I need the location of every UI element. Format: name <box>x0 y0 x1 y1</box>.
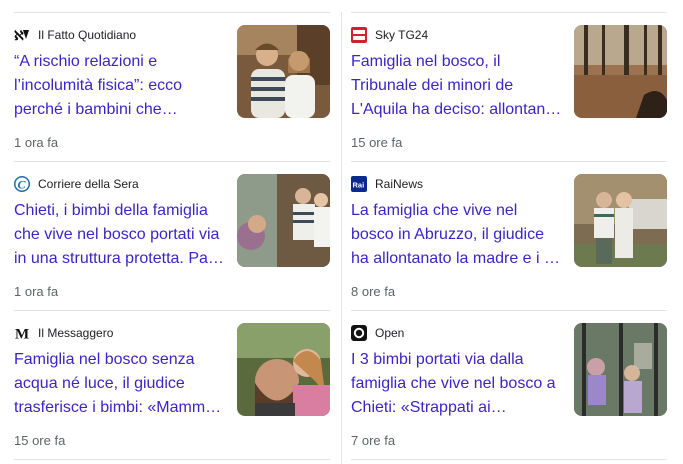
article-title-link[interactable]: La famiglia che vive nel bosco in Abruzz… <box>351 199 563 271</box>
row-divider <box>14 459 330 460</box>
source-name: Il Fatto Quotidiano <box>38 28 137 42</box>
news-source: M Il Messaggero <box>14 325 113 341</box>
article-time: 7 ore fa <box>351 433 396 448</box>
news-card[interactable]: Rai RaiNews La famiglia che vive nel bos… <box>351 162 667 299</box>
article-title-link[interactable]: Chieti, i bimbi della famiglia che vive … <box>14 199 226 271</box>
news-card[interactable]: ℵ Il Fatto Quotidiano “A rischio relazio… <box>14 13 330 150</box>
news-source: Sky TG24 <box>351 27 428 43</box>
news-card[interactable]: C Corriere della Sera Chieti, i bimbi de… <box>14 162 330 299</box>
family-photo-thumbnail[interactable] <box>237 174 330 267</box>
svg-text:ℵ: ℵ <box>14 28 24 43</box>
rai-logo-icon: Rai <box>351 176 367 192</box>
news-source: ℵ Il Fatto Quotidiano <box>14 27 136 43</box>
messaggero-logo-icon: M <box>14 325 30 342</box>
svg-text:C: C <box>18 178 27 192</box>
article-time: 15 ore fa <box>14 433 66 448</box>
open-logo-icon <box>351 325 367 341</box>
article-title-link[interactable]: Famiglia nel bosco senza acqua né luce, … <box>14 348 226 420</box>
news-card[interactable]: M Il Messaggero Famiglia nel bosco senza… <box>14 311 330 448</box>
article-time: 1 ora fa <box>14 135 59 150</box>
couple-photo-thumbnail[interactable] <box>237 25 330 118</box>
fatto-quotidiano-logo-icon: ℵ <box>14 27 30 43</box>
news-source: Open <box>351 325 404 341</box>
svg-text:Rai: Rai <box>353 181 365 190</box>
selfie-photo-thumbnail[interactable] <box>237 323 330 416</box>
row-divider <box>351 459 667 460</box>
sky-tg24-logo-icon <box>351 27 367 43</box>
forest-photo-thumbnail[interactable] <box>574 25 667 118</box>
article-time: 1 ora fa <box>14 284 59 299</box>
article-title-link[interactable]: Famiglia nel bosco, il Tribunale dei min… <box>351 50 563 122</box>
column-divider <box>341 12 342 464</box>
window-photo-thumbnail[interactable] <box>574 323 667 416</box>
article-title-link[interactable]: I 3 bimbi portati via dalla famiglia che… <box>351 348 563 420</box>
article-time: 15 ore fa <box>351 135 403 150</box>
source-name: RaiNews <box>375 177 424 191</box>
news-card[interactable]: Sky TG24 Famiglia nel bosco, il Tribunal… <box>351 13 667 150</box>
source-name: Sky TG24 <box>375 28 429 42</box>
svg-text:M: M <box>15 327 29 342</box>
news-source: Rai RaiNews <box>351 176 423 192</box>
couple-house-photo-thumbnail[interactable] <box>574 174 667 267</box>
source-name: Corriere della Sera <box>38 177 139 191</box>
news-card[interactable]: Open I 3 bimbi portati via dalla famigli… <box>351 311 667 448</box>
article-time: 8 ore fa <box>351 284 396 299</box>
news-source: C Corriere della Sera <box>14 176 139 192</box>
corriere-logo-icon: C <box>14 176 30 192</box>
source-name: Open <box>375 326 405 340</box>
news-grid: ℵ Il Fatto Quotidiano “A rischio relazio… <box>0 0 683 464</box>
source-name: Il Messaggero <box>38 326 114 340</box>
article-title-link[interactable]: “A rischio relazioni e l’incolumità fisi… <box>14 50 226 122</box>
